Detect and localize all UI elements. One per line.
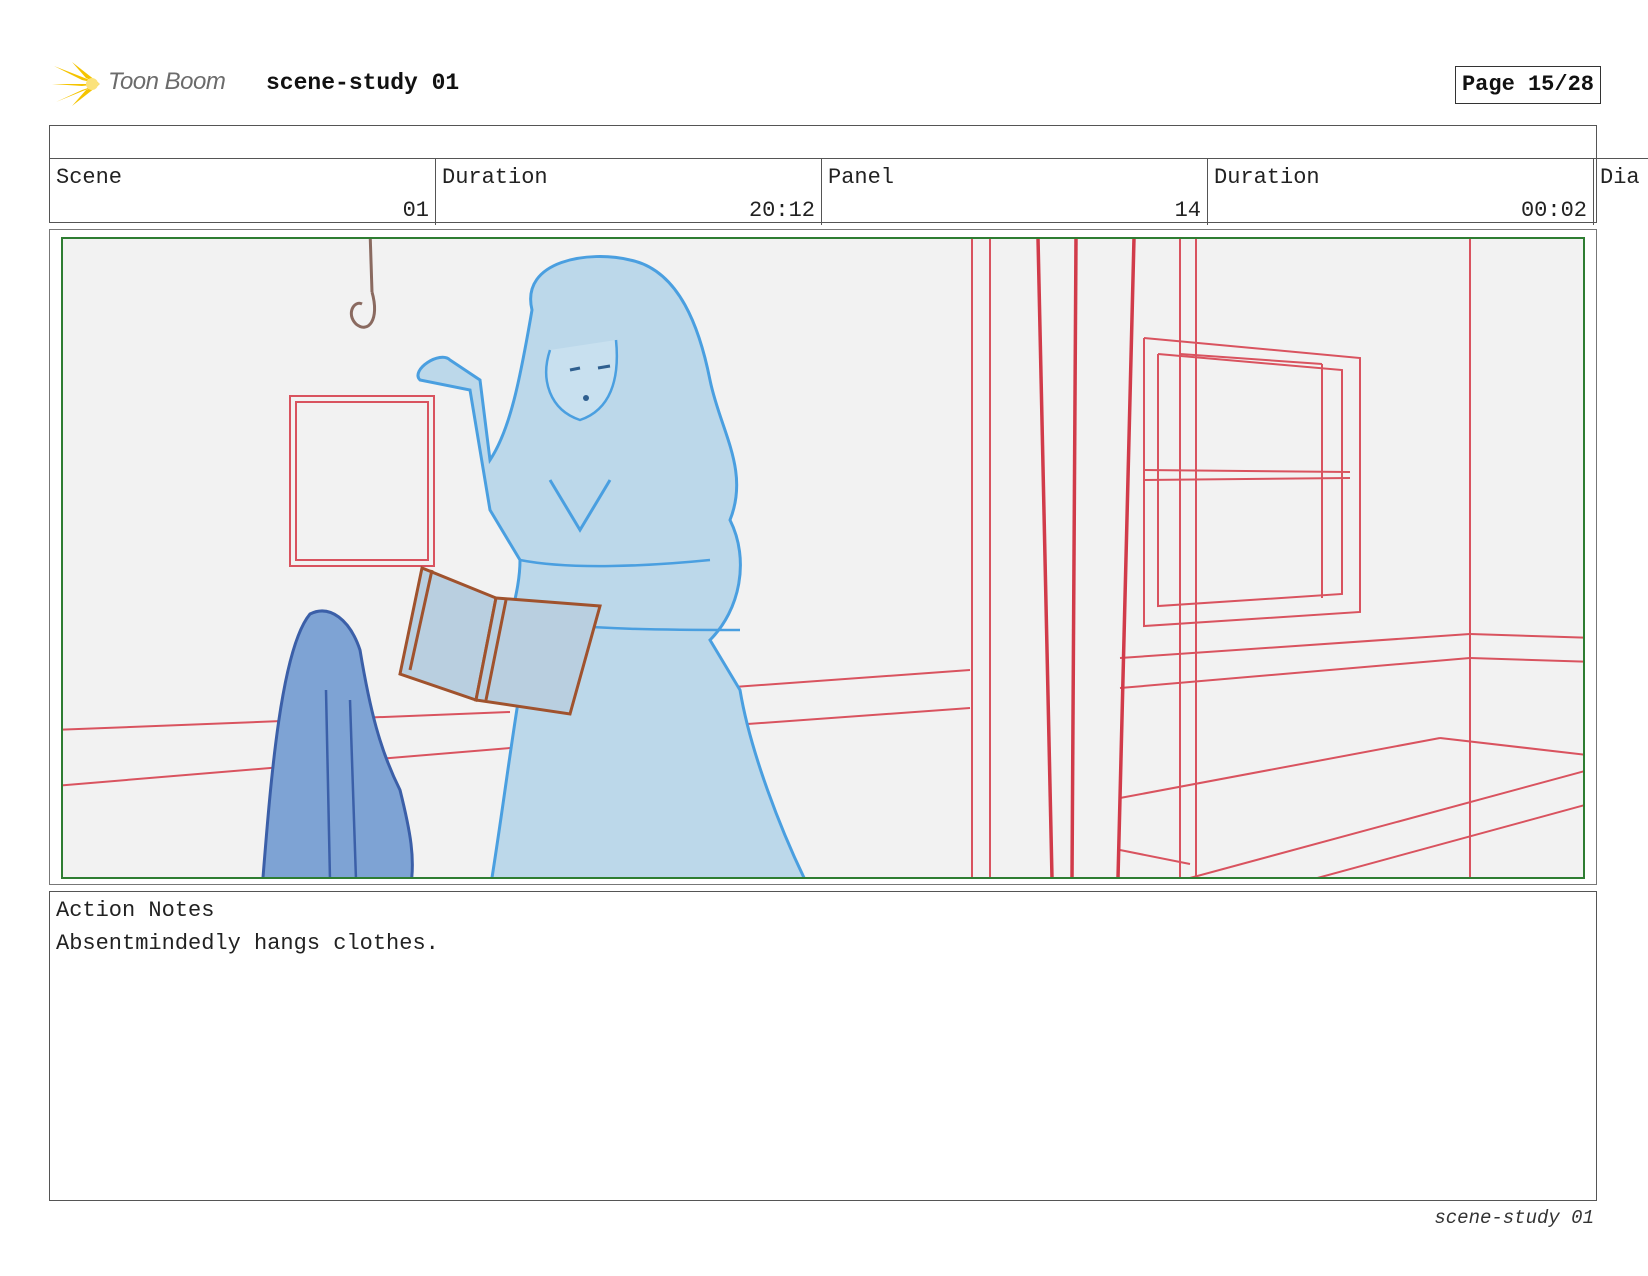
storyboard-panel-image (49, 229, 1597, 885)
action-notes-box: Action Notes Absentmindedly hangs clothe… (49, 891, 1597, 1201)
document-title: scene-study 01 (266, 70, 460, 96)
panel-duration-label: Duration (1214, 165, 1320, 190)
scene-value: 01 (402, 198, 429, 223)
panel-cell: Panel 14 (822, 159, 1208, 225)
info-row: Scene 01 Duration 20:12 Panel 14 Duratio… (50, 158, 1648, 225)
starburst-icon (52, 62, 100, 106)
toon-boom-logo: Toon Boom (52, 60, 252, 106)
panel-info-table: Scene 01 Duration 20:12 Panel 14 Duratio… (49, 125, 1648, 225)
panel-sketch (61, 237, 1585, 879)
logo-text: Toon Boom (108, 68, 226, 95)
scene-cell: Scene 01 (50, 159, 436, 225)
scene-duration-label: Duration (442, 165, 548, 190)
dialog-label: Dia (1600, 165, 1640, 190)
panel-value: 14 (1174, 198, 1201, 223)
panel-duration-value: 00:02 (1520, 198, 1587, 223)
action-notes-label: Action Notes (56, 898, 215, 923)
dialog-cell: Dia (1594, 159, 1648, 225)
page-header: Toon Boom scene-study 01 Page 15/28 (52, 58, 1601, 110)
scene-duration-value: 20:12 (748, 198, 815, 223)
action-notes-text: Absentmindedly hangs clothes. (56, 931, 439, 956)
panel-duration-cell: Duration 00:02 (1208, 159, 1594, 225)
scene-duration-cell: Duration 20:12 (436, 159, 822, 225)
panel-label: Panel (828, 165, 895, 190)
page-footer: scene-study 01 (1434, 1207, 1594, 1229)
scene-label: Scene (56, 165, 123, 190)
page-indicator: Page 15/28 (1454, 66, 1601, 104)
